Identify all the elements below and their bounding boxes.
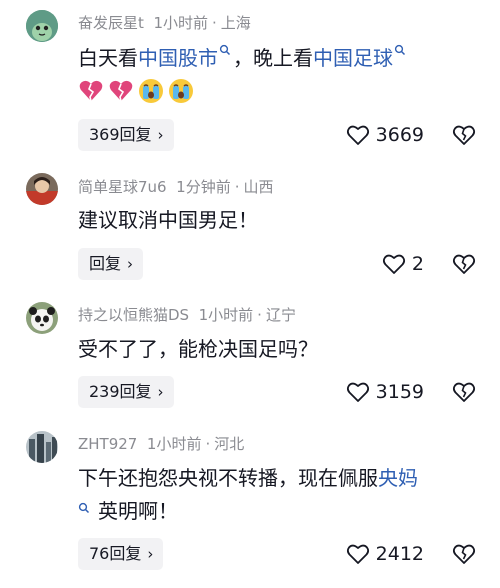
- dislike-button[interactable]: [452, 376, 476, 408]
- like-count: 3669: [375, 124, 424, 146]
- reply-button[interactable]: 回复 ›: [78, 248, 144, 280]
- separator: ·: [211, 14, 217, 32]
- broken-heart-icon: [79, 80, 103, 102]
- chevron-right-icon: ›: [127, 255, 134, 273]
- reply-button[interactable]: 369回复 ›: [78, 119, 174, 151]
- comment-item: 持之以恒熊猫DS 1小时前 · 辽宁 受不了了，能枪决国足吗？ 239回复 › 315…: [0, 290, 500, 420]
- comment-location: 山西: [243, 178, 274, 196]
- comment-location: 河北: [214, 435, 245, 453]
- comment-time: 1小时前: [153, 14, 208, 32]
- chevron-right-icon: ›: [147, 545, 154, 563]
- separator: ·: [205, 435, 211, 453]
- comment-location: 辽宁: [265, 306, 296, 324]
- comment-location: 上海: [220, 14, 251, 32]
- username[interactable]: 简单星球7u6: [78, 178, 167, 196]
- heart-icon: [346, 544, 369, 564]
- comment-meta: 奋发辰星t 1小时前 · 上海: [78, 12, 251, 33]
- avatar[interactable]: [26, 173, 58, 205]
- comment-text-part: 下午还抱怨央视不转播，现在佩服: [78, 466, 378, 490]
- chevron-right-icon: ›: [157, 383, 164, 401]
- username[interactable]: 奋发辰星t: [78, 14, 144, 32]
- broken-heart-outline-icon: [452, 254, 476, 274]
- reply-label: 76回复: [89, 544, 142, 563]
- reply-label: 369回复: [89, 125, 152, 144]
- username[interactable]: 持之以恒熊猫DS: [78, 306, 189, 324]
- heart-icon: [346, 382, 369, 402]
- crying-face-icon: [169, 79, 193, 103]
- broken-heart-outline-icon: [452, 382, 476, 402]
- search-link[interactable]: 中国股市: [138, 46, 218, 70]
- avatar[interactable]: [26, 431, 58, 463]
- search-icon[interactable]: [78, 502, 90, 514]
- reply-button[interactable]: 239回复 ›: [78, 376, 174, 408]
- dislike-button[interactable]: [452, 119, 476, 151]
- broken-heart-outline-icon: [452, 544, 476, 564]
- dislike-button[interactable]: [452, 248, 476, 280]
- comment-meta: 简单星球7u6 1分钟前 · 山西: [78, 176, 274, 197]
- search-icon[interactable]: [394, 44, 406, 56]
- heart-icon: [346, 125, 369, 145]
- emoji-row: [78, 78, 194, 104]
- search-link[interactable]: 央妈: [378, 466, 418, 490]
- comment-text: 建议取消中国男足！: [78, 208, 258, 232]
- comment-item: 奋发辰星t 1小时前 · 上海 白天看中国股市 ，晚上看中国足球 369回复 › 366…: [0, 0, 500, 160]
- like-count: 2412: [375, 543, 424, 565]
- like-count: 2: [411, 253, 424, 275]
- like-button[interactable]: 3669: [346, 119, 424, 151]
- avatar[interactable]: [26, 302, 58, 334]
- comment-time: 1小时前: [146, 435, 202, 453]
- comment-text-part: ，晚上看: [233, 46, 313, 70]
- reply-label: 239回复: [89, 382, 152, 401]
- reply-button[interactable]: 76回复 ›: [78, 538, 164, 570]
- comment-text: 受不了了，能枪决国足吗？: [78, 337, 318, 361]
- reply-label: 回复: [89, 254, 122, 273]
- comment-text: 下午还抱怨央视不转播，现在佩服央妈英明啊！: [78, 462, 480, 528]
- crying-face-icon: [139, 79, 163, 103]
- like-count: 3159: [375, 381, 424, 403]
- dislike-button[interactable]: [452, 538, 476, 570]
- broken-heart-outline-icon: [452, 125, 476, 145]
- separator: ·: [257, 306, 262, 324]
- like-button[interactable]: 2412: [346, 538, 424, 570]
- like-button[interactable]: 2: [382, 248, 424, 280]
- comment-text-part: 白天看: [78, 46, 138, 70]
- heart-icon: [382, 254, 405, 274]
- comment-item: 简单星球7u6 1分钟前 · 山西 建议取消中国男足！ 回复 › 2: [0, 160, 500, 290]
- separator: ·: [234, 178, 240, 196]
- comment-item: ZHT927 1小时前 · 河北 下午还抱怨央视不转播，现在佩服央妈英明啊！ 76回…: [0, 420, 500, 588]
- username[interactable]: ZHT927: [78, 435, 137, 453]
- avatar[interactable]: [26, 10, 58, 42]
- broken-heart-icon: [109, 80, 133, 102]
- chevron-right-icon: ›: [157, 126, 164, 144]
- search-icon[interactable]: [219, 44, 231, 56]
- comment-meta: ZHT927 1小时前 · 河北: [78, 433, 244, 454]
- comment-text-part: 英明啊！: [98, 499, 178, 523]
- comment-time: 1小时前: [198, 306, 254, 324]
- comment-time: 1分钟前: [176, 178, 231, 196]
- comment-meta: 持之以恒熊猫DS 1小时前 · 辽宁: [78, 304, 296, 325]
- like-button[interactable]: 3159: [346, 376, 424, 408]
- comment-text: 白天看中国股市 ，晚上看中国足球: [78, 42, 480, 75]
- search-link[interactable]: 中国足球: [313, 46, 393, 70]
